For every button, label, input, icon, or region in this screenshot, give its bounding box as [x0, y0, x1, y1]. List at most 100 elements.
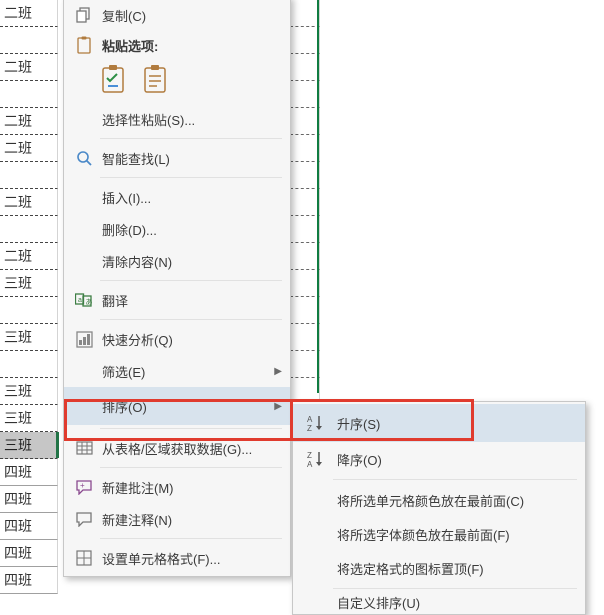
format-icon — [74, 548, 94, 568]
grid-cell[interactable]: 四班 — [0, 567, 58, 594]
grid-cell[interactable] — [290, 351, 320, 378]
grid-cell[interactable] — [290, 243, 320, 270]
grid-cell[interactable]: 二班 — [0, 243, 58, 270]
grid-cell[interactable] — [290, 81, 320, 108]
sort-submenu: AZ 升序(S) ZA 降序(O) 将所选单元格颜色放在最前面(C) 将所选字体… — [292, 401, 586, 615]
svg-text:A: A — [307, 415, 313, 424]
grid-cell[interactable]: 二班 — [0, 54, 58, 81]
grid-cell[interactable] — [290, 0, 320, 27]
desc-label: 降序(O) — [337, 450, 577, 469]
grid-cell[interactable] — [290, 216, 320, 243]
submenu-item-desc[interactable]: ZA 降序(O) — [293, 442, 585, 476]
format-cells-label: 设置单元格格式(F)... — [102, 549, 282, 568]
grid-cell[interactable]: 三班 — [0, 324, 58, 351]
menu-item-copy[interactable]: 复制(C) — [64, 0, 290, 31]
selection-border — [317, 0, 319, 393]
menu-item-quick-analysis[interactable]: 快速分析(Q) — [64, 323, 290, 355]
submenu-item-cell-color[interactable]: 将所选单元格颜色放在最前面(C) — [293, 483, 585, 517]
filter-label: 筛选(E) — [102, 362, 274, 381]
menu-paste-options-header: 粘贴选项: — [64, 31, 290, 59]
new-note-label: 新建注释(N) — [102, 510, 282, 529]
grid-cell[interactable]: 四班 — [0, 459, 58, 486]
grid-cell[interactable] — [290, 189, 320, 216]
submenu-item-font-color[interactable]: 将所选字体颜色放在最前面(F) — [293, 517, 585, 551]
sort-desc-icon: ZA — [305, 449, 327, 469]
grid-cell[interactable]: 三班 — [0, 378, 58, 405]
menu-separator — [333, 479, 577, 480]
insert-label: 插入(I)... — [102, 188, 282, 207]
grid-cell[interactable]: 三班 — [0, 405, 58, 432]
grid-cell[interactable] — [290, 108, 320, 135]
svg-text:あ: あ — [86, 298, 93, 306]
grid-cell[interactable]: 三班 — [0, 270, 58, 297]
grid-cell[interactable] — [290, 27, 320, 54]
table-icon — [74, 438, 94, 458]
chevron-right-icon: ▶ — [274, 366, 282, 377]
menu-separator — [100, 280, 282, 281]
menu-separator — [100, 138, 282, 139]
comment-icon: + — [74, 477, 94, 497]
menu-item-format-cells[interactable]: 设置单元格格式(F)... — [64, 542, 290, 574]
copy-icon — [74, 5, 94, 25]
grid-cell[interactable]: 二班 — [0, 108, 58, 135]
grid-cell[interactable] — [290, 162, 320, 189]
grid-cell[interactable] — [290, 54, 320, 81]
grid-cell[interactable]: 二班 — [0, 0, 58, 27]
menu-item-insert[interactable]: 插入(I)... — [64, 181, 290, 213]
quick-analysis-icon — [74, 329, 94, 349]
clipboard-icon — [74, 35, 94, 55]
menu-separator — [100, 467, 282, 468]
grid-cell[interactable] — [0, 216, 58, 243]
grid-cell[interactable] — [290, 324, 320, 351]
translate-icon: aあ — [74, 290, 94, 310]
grid-cell[interactable]: 三班 — [0, 432, 58, 459]
grid-cell[interactable] — [290, 297, 320, 324]
submenu-item-custom[interactable]: 自定义排序(U) — [293, 592, 585, 612]
menu-item-new-note[interactable]: 新建注释(N) — [64, 503, 290, 535]
menu-item-paste-special[interactable]: 选择性粘贴(S)... — [64, 103, 290, 135]
menu-item-delete[interactable]: 删除(D)... — [64, 213, 290, 245]
paste-option-values[interactable] — [142, 63, 170, 97]
search-icon — [74, 148, 94, 168]
svg-text:+: + — [80, 481, 85, 490]
submenu-item-icon-top[interactable]: 将选定格式的图标置顶(F) — [293, 551, 585, 585]
delete-label: 删除(D)... — [102, 220, 282, 239]
grid-cell[interactable] — [0, 297, 58, 324]
copy-label: 复制(C) — [102, 6, 282, 25]
menu-separator — [100, 428, 282, 429]
menu-separator — [100, 177, 282, 178]
grid-cell[interactable]: 二班 — [0, 135, 58, 162]
menu-item-sort[interactable]: 排序(O) ▶ — [64, 387, 290, 425]
menu-item-new-comment[interactable]: + 新建批注(M) — [64, 471, 290, 503]
font-color-label: 将所选字体颜色放在最前面(F) — [337, 525, 577, 544]
svg-text:A: A — [307, 460, 313, 468]
grid-cell[interactable] — [0, 162, 58, 189]
cell-color-label: 将所选单元格颜色放在最前面(C) — [337, 491, 577, 510]
paste-option-keep-source[interactable] — [100, 63, 128, 97]
sort-asc-icon: AZ — [305, 413, 327, 433]
from-table-label: 从表格/区域获取数据(G)... — [102, 439, 282, 458]
icon-top-label: 将选定格式的图标置顶(F) — [337, 559, 577, 578]
paste-options-label: 粘贴选项: — [102, 36, 282, 55]
menu-item-smart-lookup[interactable]: 智能查找(L) — [64, 142, 290, 174]
sort-label: 排序(O) — [102, 397, 274, 416]
grid-cell[interactable]: 四班 — [0, 540, 58, 567]
grid-cell[interactable]: 四班 — [0, 486, 58, 513]
grid-cell[interactable] — [290, 270, 320, 297]
svg-text:Z: Z — [307, 424, 312, 432]
menu-item-filter[interactable]: 筛选(E) ▶ — [64, 355, 290, 387]
clear-label: 清除内容(N) — [102, 252, 282, 271]
menu-item-clear[interactable]: 清除内容(N) — [64, 245, 290, 277]
note-icon — [74, 509, 94, 529]
grid-cell[interactable] — [0, 81, 58, 108]
menu-item-translate[interactable]: aあ 翻译 — [64, 284, 290, 316]
new-comment-label: 新建批注(M) — [102, 478, 282, 497]
grid-cell[interactable]: 四班 — [0, 513, 58, 540]
grid-cell[interactable] — [290, 135, 320, 162]
grid-cell[interactable] — [0, 27, 58, 54]
menu-item-from-table[interactable]: 从表格/区域获取数据(G)... — [64, 432, 290, 464]
submenu-item-asc[interactable]: AZ 升序(S) — [293, 404, 585, 442]
grid-cell[interactable]: 二班 — [0, 189, 58, 216]
grid-cell[interactable] — [0, 351, 58, 378]
svg-text:a: a — [78, 297, 82, 304]
